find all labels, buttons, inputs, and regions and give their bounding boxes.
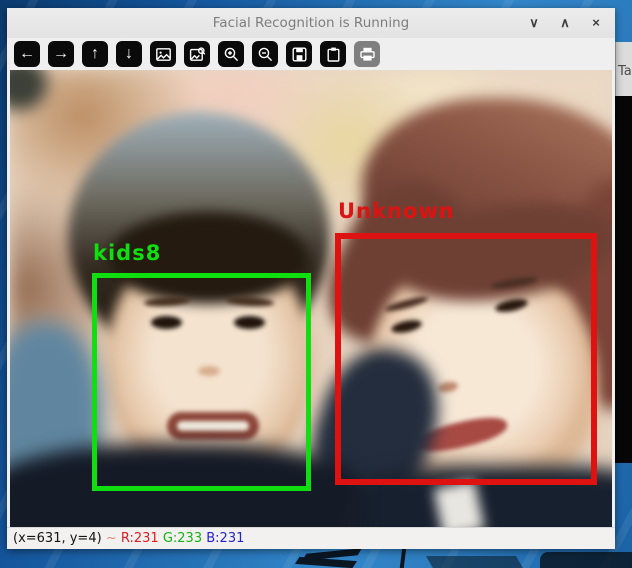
photo-canvas[interactable]: kids8 Unknown bbox=[10, 70, 612, 527]
window-title: Facial Recognition is Running bbox=[7, 15, 615, 31]
clipboard-icon bbox=[325, 46, 342, 63]
clipboard-button[interactable] bbox=[320, 41, 346, 67]
image-button[interactable] bbox=[150, 41, 176, 67]
detection-label-kids8: kids8 bbox=[93, 241, 161, 265]
detection-box-kids8 bbox=[92, 273, 311, 491]
zoom-in-button[interactable] bbox=[218, 41, 244, 67]
background-terminal-window-edge[interactable] bbox=[615, 96, 632, 463]
shade-button[interactable]: ∨ bbox=[525, 14, 543, 32]
blue-value: B:231 bbox=[206, 531, 244, 546]
print-button[interactable] bbox=[354, 41, 380, 67]
right-arrow-icon: → bbox=[53, 46, 69, 62]
detection-box-unknown bbox=[335, 233, 597, 485]
back-button[interactable]: ← bbox=[14, 41, 40, 67]
image-viewer-window: Facial Recognition is Running ∨ ∧ × ← → … bbox=[7, 8, 615, 549]
image-zoom-icon bbox=[189, 46, 206, 63]
wallpaper-silhouette bbox=[540, 552, 632, 568]
red-value: R:231 bbox=[121, 531, 159, 546]
down-button[interactable]: ↓ bbox=[116, 41, 142, 67]
zoom-in-icon bbox=[223, 46, 240, 63]
toolbar: ← → ↑ ↓ bbox=[7, 38, 615, 70]
save-button[interactable] bbox=[286, 41, 312, 67]
up-arrow-icon: ↑ bbox=[91, 46, 99, 62]
background-window-edge[interactable]: Ta bbox=[615, 42, 632, 96]
printer-icon bbox=[359, 46, 376, 63]
status-bar: (x=631, y=4) ~ R:231 G:233 B:231 bbox=[7, 527, 615, 549]
detection-label-unknown: Unknown bbox=[338, 199, 455, 223]
window-controls: ∨ ∧ × bbox=[525, 8, 605, 38]
image-icon bbox=[155, 46, 172, 63]
left-arrow-icon: ← bbox=[19, 46, 35, 62]
background-window-title-fragment: Ta bbox=[618, 64, 632, 79]
wallpaper-silhouette bbox=[426, 556, 524, 568]
pixel-coordinates: (x=631, y=4) bbox=[13, 531, 102, 546]
up-button[interactable]: ↑ bbox=[82, 41, 108, 67]
close-button[interactable]: × bbox=[587, 14, 605, 32]
maximize-button[interactable]: ∧ bbox=[556, 14, 574, 32]
image-zoom-button[interactable] bbox=[184, 41, 210, 67]
forward-button[interactable]: → bbox=[48, 41, 74, 67]
down-arrow-icon: ↓ bbox=[125, 46, 133, 62]
green-value: G:233 bbox=[163, 531, 202, 546]
zoom-out-button[interactable] bbox=[252, 41, 278, 67]
zoom-out-icon bbox=[257, 46, 274, 63]
titlebar[interactable]: Facial Recognition is Running ∨ ∧ × bbox=[7, 8, 615, 38]
save-floppy-icon bbox=[291, 46, 308, 63]
separator-tilde: ~ bbox=[106, 531, 117, 546]
